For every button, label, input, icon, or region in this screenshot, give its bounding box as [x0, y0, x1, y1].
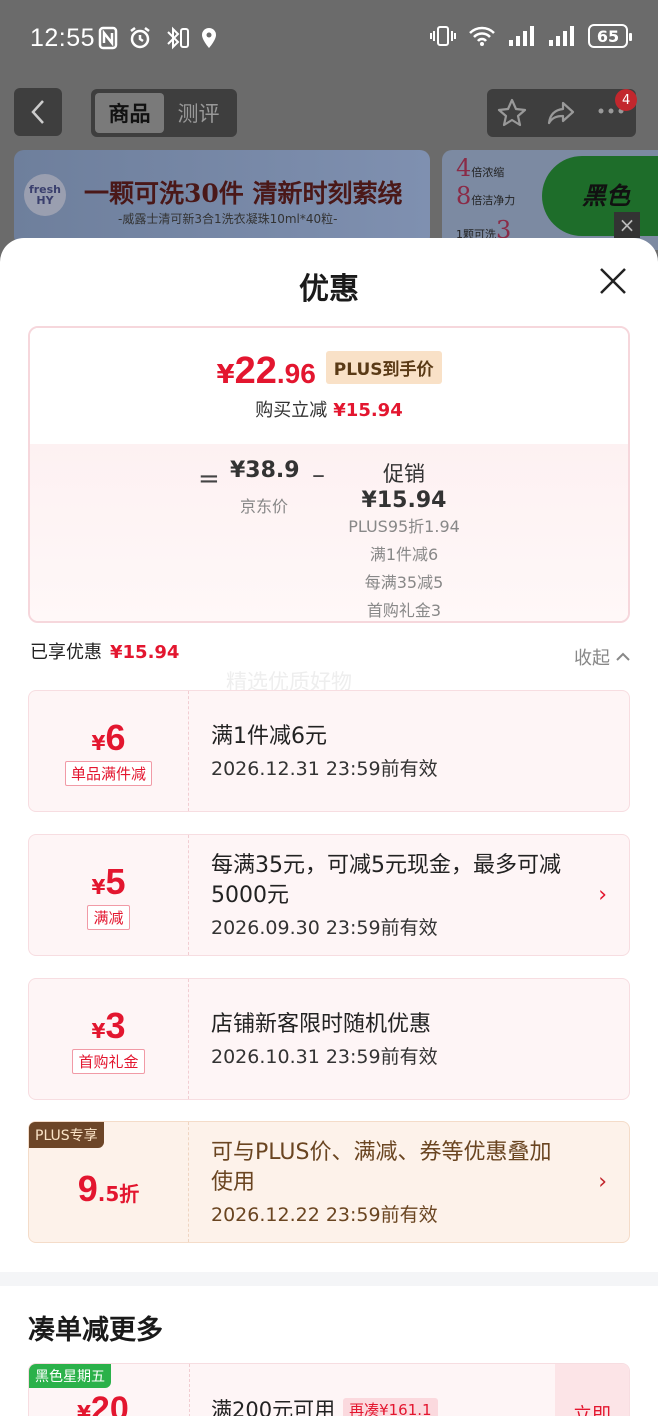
back-button[interactable] [14, 88, 62, 136]
chevron-left-icon [31, 100, 44, 124]
coupon-card[interactable]: 黑色星期五 ¥20 满200元可用 再凑¥161.1 立即 [28, 1363, 630, 1416]
banner-close-icon[interactable]: × [614, 212, 640, 238]
coupon-condition: 满200元可用 再凑¥161.1 [211, 1394, 438, 1416]
banner-side-line2: 8倍洁净力 [456, 182, 516, 210]
tab-group: 商品 测评 [91, 89, 237, 137]
enjoyed-discount: 已享优惠 ¥15.94 [30, 642, 180, 663]
offer-amount: ¥3 首购礼金 [29, 979, 189, 1099]
black-friday-badge: 黑色星期五 [29, 1364, 111, 1388]
status-icons-right: 65 [430, 24, 632, 48]
banner-side-line1: 4倍浓缩 [456, 154, 505, 182]
promo-banner[interactable]: fresh HY 一颗可洗30件 清新时刻萦绕 -威露士清可新3合1洗衣凝珠10… [14, 150, 430, 246]
section-title: 凑单减更多 [28, 1315, 163, 1346]
alarm-icon [130, 27, 150, 49]
coupon-divider [189, 1364, 190, 1416]
plus-exclusive-badge: PLUS专享 [29, 1122, 104, 1148]
tab-review[interactable]: 测评 [164, 93, 233, 133]
vibrate-icon [430, 26, 456, 46]
offer-type-tag: 单品满件减 [64, 760, 152, 786]
plus-price-tag: PLUS到手价 [325, 351, 442, 384]
signal-icon-2 [549, 26, 574, 46]
share-icon[interactable] [545, 97, 577, 129]
offer-card[interactable]: ¥5 满减 每满35元，可减5元现金，最多可减5000元 2026.09.30 … [28, 834, 630, 956]
star-icon[interactable] [496, 97, 528, 129]
banner-green-badge: 黑色 [542, 156, 658, 236]
minus-sign: – [312, 460, 325, 490]
status-icons-left [98, 26, 218, 50]
status-time: 12:55 [30, 24, 96, 52]
top-nav: 商品 测评 4 [0, 86, 658, 140]
offer-details: 满1件减6元 2026.12.31 23:59前有效 [211, 723, 438, 780]
offer-details: 店铺新客限时随机优惠 2026.10.31 23:59前有效 [211, 1011, 438, 1068]
section-divider [0, 1272, 658, 1286]
coupon-amount: ¥20 [77, 1390, 129, 1416]
offer-card[interactable]: ¥6 单品满件减 满1件减6元 2026.12.31 23:59前有效 [28, 690, 630, 812]
battery-icon: 65 [588, 24, 632, 48]
signal-icon-1 [509, 26, 534, 46]
promo-item: PLUS95折1.94 [348, 517, 460, 536]
offer-details: 可与PLUS价、满减、券等优惠叠加使用 2026.12.22 23:59前有效 [211, 1139, 552, 1226]
offers-sheet: 优惠 ¥ 22 .96 PLUS到手价 购买立减 ¥15.94 = ¥38.9 京… [0, 238, 658, 1416]
banner-subtitle: -威露士清可新3合1洗衣凝珠10ml*40粒- [118, 212, 338, 226]
chevron-up-icon [616, 652, 630, 661]
offer-details: 每满35元，可减5元现金，最多可减5000元 2026.09.30 23:59前… [211, 852, 561, 939]
nfc-icon [98, 26, 118, 50]
offer-card[interactable]: ¥3 首购礼金 店铺新客限时随机优惠 2026.10.31 23:59前有效 [28, 978, 630, 1100]
promo-item: 首购礼金3 [366, 601, 442, 620]
status-bar: 12:55 65 [0, 0, 658, 80]
claim-button[interactable]: 立即 [555, 1364, 629, 1416]
location-icon [202, 28, 216, 48]
chevron-right-icon[interactable]: › [598, 1170, 607, 1195]
close-icon[interactable] [598, 266, 628, 296]
plus-offer-card[interactable]: 9.5折 PLUS专享 可与PLUS价、满减、券等优惠叠加使用 2026.12.… [28, 1121, 630, 1243]
add-on-tag: 再凑¥161.1 [343, 1397, 438, 1416]
offer-type-tag: 首购礼金 [72, 1048, 145, 1074]
price-calculation: = ¥38.9 京东价 – 促销 ¥15.94 PLUS95折1.94 满1件减… [30, 444, 628, 621]
more-button[interactable]: 4 [595, 89, 638, 131]
chevron-right-icon[interactable]: › [598, 883, 607, 908]
wifi-icon [469, 26, 495, 46]
final-price: ¥ 22 .96 PLUS到手价 [30, 350, 628, 393]
collapse-button[interactable]: 收起 [574, 644, 630, 670]
brand-logo: fresh HY [24, 174, 66, 216]
action-group: 4 [487, 89, 638, 137]
price-breakdown: ¥ 22 .96 PLUS到手价 购买立减 ¥15.94 = ¥38.9 京东价 … [28, 326, 630, 623]
instant-reduction: 购买立减 ¥15.94 [255, 400, 403, 421]
equals-sign: = [198, 464, 220, 494]
banner-title: 一颗可洗30件 清新时刻萦绕 [84, 179, 403, 208]
offer-amount: ¥6 单品满件减 [29, 691, 189, 811]
promo-item: 每满35减5 [364, 573, 444, 592]
offer-amount: ¥5 满减 [29, 835, 189, 955]
vibrate-bluetooth-icon [167, 26, 189, 50]
promo-item: 满1件减6 [369, 545, 439, 564]
promo-breakdown: 促销 ¥15.94 PLUS95折1.94 满1件减6 每满35减5 首购礼金3 [340, 458, 468, 621]
tab-product[interactable]: 商品 [95, 93, 164, 133]
offer-type-tag: 满减 [87, 904, 130, 930]
sheet-title: 优惠 [299, 272, 359, 307]
price-summary: ¥ 22 .96 PLUS到手价 购买立减 ¥15.94 [30, 328, 628, 444]
jd-price: ¥38.9 京东价 [230, 458, 300, 516]
notification-badge: 4 [615, 89, 638, 111]
